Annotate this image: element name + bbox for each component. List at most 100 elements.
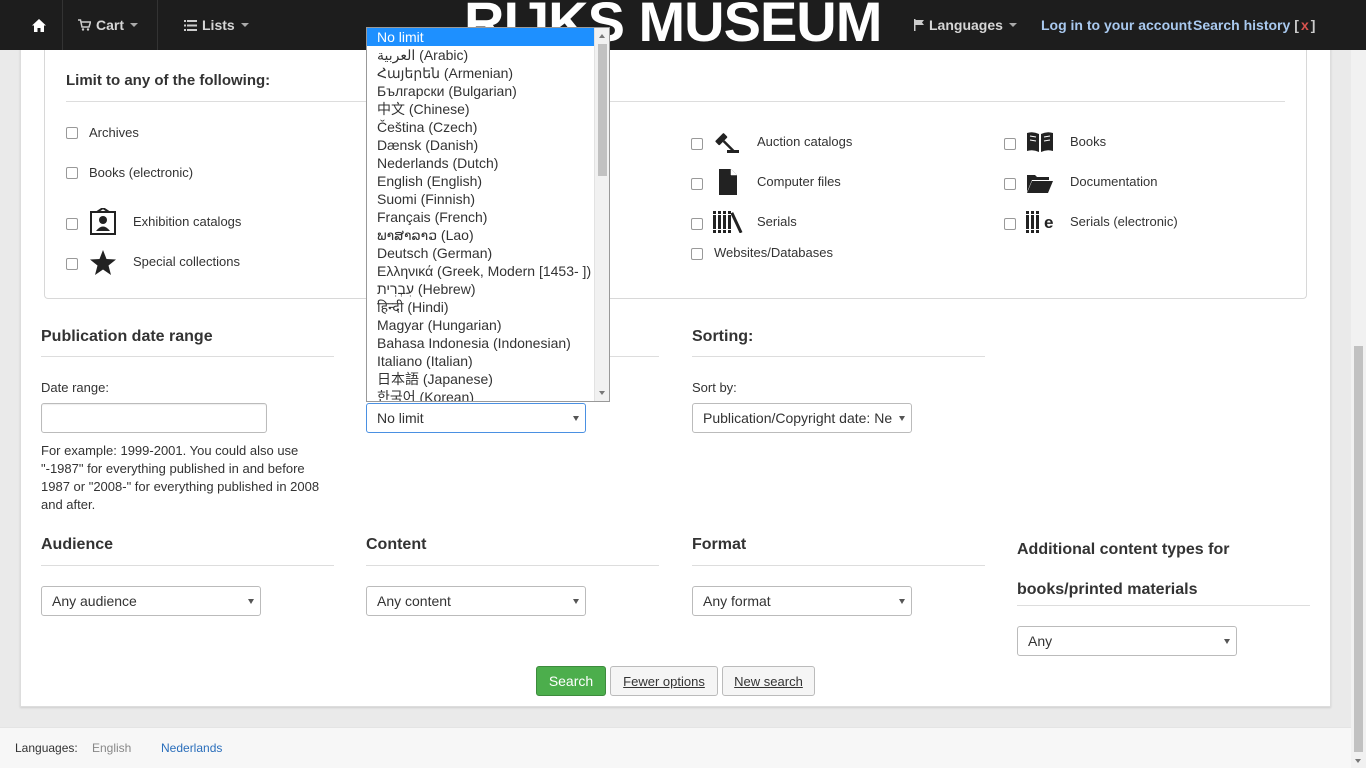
language-select-value: No limit: [377, 410, 424, 426]
footer-language-link[interactable]: Nederlands: [161, 741, 222, 755]
content-heading: Content: [366, 536, 427, 553]
chevron-down-icon: [899, 599, 905, 604]
audience-select-value: Any audience: [52, 593, 137, 609]
date-range-input[interactable]: [41, 403, 267, 433]
languages-menu[interactable]: Languages: [914, 0, 1017, 50]
scrollbar-thumb[interactable]: [598, 44, 607, 176]
portrait-icon: [90, 208, 116, 235]
serials-electronic-checkbox[interactable]: [1004, 218, 1016, 230]
content-select-value: Any content: [377, 593, 451, 609]
language-dropdown-list[interactable]: No limit العربية (Arabic) Հայերեն (Armenia…: [366, 27, 610, 402]
language-option[interactable]: 中文 (Chinese): [367, 100, 596, 118]
auction-catalogs-label: Auction catalogs: [757, 134, 853, 149]
sort-by-select[interactable]: Publication/Copyright date: Ne: [692, 403, 912, 433]
search-history-link[interactable]: Search history: [1193, 17, 1290, 33]
scroll-down-icon[interactable]: [1355, 759, 1361, 763]
language-option[interactable]: Bahasa Indonesia (Indonesian): [367, 334, 596, 352]
chevron-down-icon: [899, 416, 905, 421]
fewer-options-button[interactable]: Fewer options: [610, 666, 718, 696]
lists-label: Lists: [202, 17, 235, 33]
books-electronic-checkbox[interactable]: [66, 167, 78, 179]
language-option[interactable]: Հայերեն (Armenian): [367, 64, 596, 82]
sort-by-label: Sort by:: [692, 380, 737, 395]
content-select[interactable]: Any content: [366, 586, 586, 616]
books-label: Books: [1070, 134, 1107, 149]
format-select-value: Any format: [703, 593, 771, 609]
serials-checkbox[interactable]: [691, 218, 703, 230]
scroll-up-icon[interactable]: [599, 34, 605, 38]
divider: [41, 565, 334, 566]
bracket-open: [: [1294, 17, 1299, 33]
language-option[interactable]: Suomi (Finnish): [367, 190, 596, 208]
additional-content-select[interactable]: Any: [1017, 626, 1237, 656]
auction-catalogs-checkbox[interactable]: [691, 138, 703, 150]
websites-databases-label: Websites/Databases: [714, 245, 833, 260]
computer-files-checkbox[interactable]: [691, 178, 703, 190]
scrollbar-thumb[interactable]: [1354, 346, 1363, 752]
chevron-down-icon: [240, 23, 249, 27]
language-option[interactable]: Français (French): [367, 208, 596, 226]
language-option[interactable]: Ελληνικά (Greek, Modern [1453- ]): [367, 262, 596, 280]
language-option[interactable]: العربية (Arabic): [367, 46, 596, 64]
language-option[interactable]: ພາສາລາວ (Lao): [367, 226, 596, 244]
additional-content-heading: Additional content types for books/print…: [1017, 541, 1230, 598]
language-option[interactable]: Dænsk (Danish): [367, 136, 596, 154]
list-icon: [184, 19, 197, 31]
exhibition-catalogs-checkbox[interactable]: [66, 218, 78, 230]
divider: [66, 101, 1285, 102]
language-option[interactable]: Nederlands (Dutch): [367, 154, 596, 172]
serials-electronic-icon: e: [1026, 211, 1053, 233]
language-options: No limit العربية (Arabic) Հայերեն (Armenia…: [367, 28, 596, 401]
top-navbar: Cart Lists RIJKS MUSEUM Languages Log in…: [0, 0, 1366, 50]
chevron-down-icon: [130, 23, 139, 27]
books-checkbox[interactable]: [1004, 138, 1016, 150]
websites-databases-checkbox[interactable]: [691, 248, 703, 260]
language-option[interactable]: עִבְרִית (Hebrew): [367, 280, 596, 298]
home-button[interactable]: [24, 0, 58, 50]
scroll-down-icon[interactable]: [599, 391, 605, 395]
archives-checkbox[interactable]: [66, 127, 78, 139]
search-button[interactable]: Search: [536, 666, 606, 696]
serials-label: Serials: [757, 214, 797, 229]
footer-languages-label: Languages:: [15, 741, 78, 755]
flag-icon: [914, 19, 924, 31]
clear-history-button[interactable]: x: [1301, 17, 1309, 33]
chevron-down-icon: [1224, 639, 1230, 644]
bracket-close: ]: [1310, 17, 1316, 33]
language-option[interactable]: Magyar (Hungarian): [367, 316, 596, 334]
special-collections-checkbox[interactable]: [66, 258, 78, 270]
item-type-legend: Limit to any of the following:: [66, 72, 271, 89]
language-option[interactable]: English (English): [367, 172, 596, 190]
language-option[interactable]: 한국어 (Korean): [367, 388, 596, 401]
cart-menu[interactable]: Cart: [78, 0, 139, 50]
special-collections-label: Special collections: [133, 254, 240, 269]
documentation-label: Documentation: [1070, 174, 1158, 189]
dropdown-scrollbar[interactable]: [594, 28, 609, 401]
language-option[interactable]: Български (Bulgarian): [367, 82, 596, 100]
language-option[interactable]: Deutsch (German): [367, 244, 596, 262]
new-search-button[interactable]: New search: [722, 666, 815, 696]
page-scrollbar[interactable]: [1351, 0, 1366, 768]
computer-files-label: Computer files: [757, 174, 841, 189]
cart-label: Cart: [96, 17, 125, 33]
sort-by-value: Publication/Copyright date: Ne: [703, 410, 893, 426]
file-icon: [719, 169, 737, 195]
documentation-checkbox[interactable]: [1004, 178, 1016, 190]
language-option[interactable]: हिन्दी (Hindi): [367, 298, 596, 316]
chevron-down-icon: [573, 416, 579, 421]
cart-icon: [78, 19, 91, 31]
footer: Languages: English Nederlands: [0, 727, 1351, 768]
home-icon: [31, 18, 46, 32]
additional-content-select-value: Any: [1028, 633, 1053, 649]
login-link[interactable]: Log in to your account: [1041, 0, 1192, 50]
language-option[interactable]: Italiano (Italian): [367, 352, 596, 370]
chevron-down-icon: [248, 599, 254, 604]
language-option[interactable]: 日本語 (Japanese): [367, 370, 596, 388]
language-option[interactable]: Čeština (Czech): [367, 118, 596, 136]
language-select[interactable]: No limit: [366, 403, 586, 433]
language-option[interactable]: No limit: [367, 28, 596, 46]
format-select[interactable]: Any format: [692, 586, 912, 616]
audience-select[interactable]: Any audience: [41, 586, 261, 616]
lists-menu[interactable]: Lists: [184, 0, 249, 50]
serials-icon: [713, 211, 743, 233]
